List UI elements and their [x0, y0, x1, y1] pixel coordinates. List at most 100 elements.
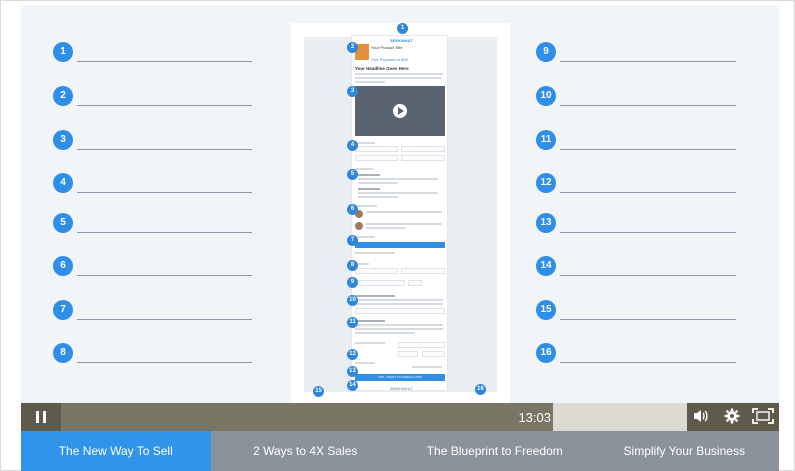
pause-button[interactable]: [21, 403, 61, 431]
number-badge: 10: [536, 86, 556, 106]
form-field: [355, 268, 398, 274]
submit-button: YES, I WANT TO ENROLL NOW: [355, 374, 445, 381]
blank-line: [77, 105, 252, 106]
text-line: [355, 332, 415, 334]
number-badge: 1: [53, 42, 73, 62]
submit-label: YES, I WANT TO ENROLL NOW: [378, 375, 422, 379]
callout-badge: 11: [347, 317, 358, 328]
app-frame: 1 2 3 4 5 6 7 8 9 10 11 12 13 14 15 16 S…: [0, 0, 795, 471]
volume-icon[interactable]: [691, 408, 711, 426]
form-field: [355, 146, 398, 152]
blank-line: [77, 149, 252, 150]
progress-bar[interactable]: [61, 403, 553, 431]
selected-plan-bar: [355, 242, 445, 248]
callout-badge: 16: [475, 384, 486, 395]
pause-icon: [43, 411, 46, 423]
text-line: [355, 324, 443, 326]
number-badge: 16: [536, 343, 556, 363]
text-line: [355, 342, 385, 344]
callout-badge: 2: [347, 42, 358, 53]
blank-line: [560, 105, 736, 106]
number-badge: 13: [536, 213, 556, 233]
tab-blueprint-to-freedom[interactable]: The Blueprint to Freedom: [400, 431, 590, 471]
blank-line: [77, 192, 252, 193]
text-line: [358, 182, 398, 184]
tab-2-ways-to-4x-sales[interactable]: 2 Ways to 4X Sales: [210, 431, 400, 471]
text-line: [355, 205, 377, 207]
play-icon: [393, 104, 407, 118]
text-line: [358, 192, 438, 194]
callout-badge: 14: [347, 380, 358, 391]
number-badge: 8: [53, 343, 73, 363]
number-badge: 5: [53, 213, 73, 233]
number-badge: 6: [53, 256, 73, 276]
mockup-page: SEEKWHAT Your Product Title One Payment …: [351, 35, 448, 391]
blank-line: [560, 149, 736, 150]
number-badge: 11: [536, 130, 556, 150]
tab-simplify-your-business[interactable]: Simplify Your Business: [589, 431, 779, 471]
option-line: [358, 188, 380, 190]
product-title: Your Product Title: [371, 45, 403, 50]
avatar: [355, 222, 363, 230]
text-line: [412, 366, 442, 368]
number-badge: 14: [536, 256, 556, 276]
pause-icon: [36, 411, 39, 423]
blank-line: [560, 61, 736, 62]
form-field: [401, 155, 445, 161]
price-line: One Payment of $99: [371, 57, 408, 62]
text-line: [355, 362, 375, 364]
blank-line: [77, 319, 252, 320]
option-line: [358, 174, 380, 176]
text-line: [355, 81, 385, 83]
blank-line: [77, 232, 252, 233]
text-line: [355, 142, 375, 144]
form-field: [408, 280, 422, 286]
headline: Your Headline Goes Here: [355, 66, 409, 71]
callout-badge: 9: [347, 277, 358, 288]
number-badge: 7: [53, 300, 73, 320]
callout-badge: 12: [347, 349, 358, 360]
blank-line: [560, 192, 736, 193]
callout-badge: 15: [313, 386, 324, 397]
text-line: [355, 168, 373, 170]
text-line: [355, 299, 443, 301]
time-display: 13:03: [518, 410, 551, 425]
blank-line: [560, 362, 736, 363]
text-line: [366, 211, 442, 213]
form-field: [398, 351, 418, 357]
text-line: [355, 77, 441, 79]
callout-badge: 5: [347, 169, 358, 180]
callout-badge: 1: [397, 23, 408, 34]
fullscreen-icon[interactable]: [751, 408, 775, 426]
form-field: [355, 308, 445, 314]
form-field: [398, 342, 445, 348]
blank-line: [560, 319, 736, 320]
video-player[interactable]: 1 2 3 4 5 6 7 8 9 10 11 12 13 14 15 16 S…: [21, 5, 779, 403]
blank-line: [77, 61, 252, 62]
tab-new-way-to-sell[interactable]: The New Way To Sell: [21, 431, 211, 471]
form-field: [355, 155, 398, 161]
callout-badge: 13: [347, 366, 358, 377]
callout-badge: 3: [347, 86, 358, 97]
blank-line: [77, 275, 252, 276]
number-badge: 12: [536, 173, 556, 193]
text-line: [355, 252, 395, 254]
text-line: [355, 73, 443, 75]
text-line: [355, 303, 443, 305]
text-line: [358, 178, 438, 180]
text-line: [358, 196, 398, 198]
text-line: [355, 295, 395, 297]
number-badge: 3: [53, 130, 73, 150]
progress-remaining[interactable]: [553, 403, 687, 431]
text-line: [355, 320, 385, 322]
text-line: [355, 236, 375, 238]
callout-badge: 4: [347, 140, 358, 151]
callout-badge: 8: [347, 260, 358, 271]
number-badge: 2: [53, 86, 73, 106]
gear-icon[interactable]: [722, 408, 742, 426]
blank-line: [560, 232, 736, 233]
form-field: [401, 146, 445, 152]
form-field: [422, 351, 445, 357]
player-right-controls: [687, 403, 779, 431]
form-field: [401, 268, 445, 274]
